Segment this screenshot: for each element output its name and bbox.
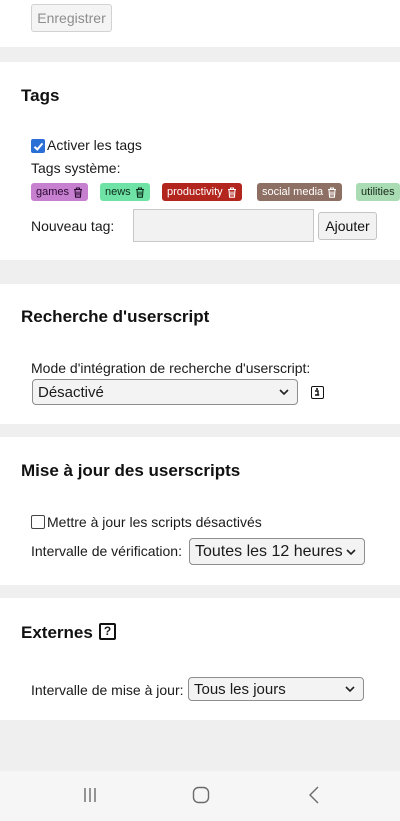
tag-games[interactable]: games	[31, 183, 89, 201]
help-icon[interactable]: ?	[99, 623, 116, 640]
tag-label: utilities	[361, 186, 395, 198]
back-icon[interactable]	[308, 786, 320, 804]
search-mode-value: Désactivé	[38, 383, 104, 401]
chevron-down-icon	[279, 389, 289, 396]
search-heading: Recherche d'userscript	[21, 307, 210, 326]
add-tag-button[interactable]: Ajouter	[318, 212, 377, 240]
update-disabled-checkbox[interactable]	[31, 515, 45, 529]
update-interval-value: Tous les jours	[194, 680, 286, 698]
trash-icon[interactable]	[135, 186, 145, 198]
search-mode-label: Mode d'intégration de recherche d'usersc…	[31, 360, 311, 376]
enable-tags-checkbox[interactable]	[31, 139, 45, 153]
externals-section	[0, 598, 400, 720]
tag-utilities[interactable]: utilities	[356, 183, 400, 201]
tag-label: games	[36, 186, 70, 198]
tags-heading: Tags	[21, 86, 60, 105]
externals-heading: Externes	[21, 623, 93, 642]
search-mode-select[interactable]: Désactivé	[32, 379, 298, 405]
tag-news[interactable]: news	[100, 183, 150, 201]
system-tags-label: Tags système:	[31, 160, 121, 176]
trash-icon[interactable]	[227, 186, 237, 198]
chevron-down-icon	[345, 686, 355, 693]
update-interval-select[interactable]: Tous les jours	[188, 677, 364, 701]
check-interval-select[interactable]: Toutes les 12 heures	[189, 538, 365, 565]
recent-apps-icon[interactable]	[82, 787, 98, 803]
info-icon[interactable]	[311, 386, 324, 399]
save-button[interactable]: Enregistrer	[31, 4, 112, 32]
home-icon[interactable]	[192, 786, 210, 804]
enable-tags-label: Activer les tags	[47, 137, 142, 153]
update-interval-label: Intervalle de mise à jour:	[31, 682, 184, 698]
system-navigation-bar	[0, 771, 400, 821]
trash-icon[interactable]	[327, 186, 337, 198]
trash-icon[interactable]	[73, 186, 83, 198]
tag-social-media[interactable]: social media	[257, 183, 343, 201]
chevron-down-icon	[346, 548, 356, 555]
tag-label: news	[105, 186, 131, 198]
tag-productivity[interactable]: productivity	[162, 183, 242, 201]
updates-heading: Mise à jour des userscripts	[21, 461, 241, 480]
new-tag-input[interactable]	[133, 209, 314, 242]
tag-label: productivity	[167, 186, 223, 198]
check-interval-label: Intervalle de vérification:	[31, 543, 182, 559]
top-section: Enregistrer	[0, 0, 400, 47]
new-tag-label: Nouveau tag:	[31, 218, 115, 234]
update-disabled-label: Mettre à jour les scripts désactivés	[47, 514, 262, 530]
check-interval-value: Toutes les 12 heures	[195, 542, 343, 560]
tag-label: social media	[262, 186, 324, 198]
